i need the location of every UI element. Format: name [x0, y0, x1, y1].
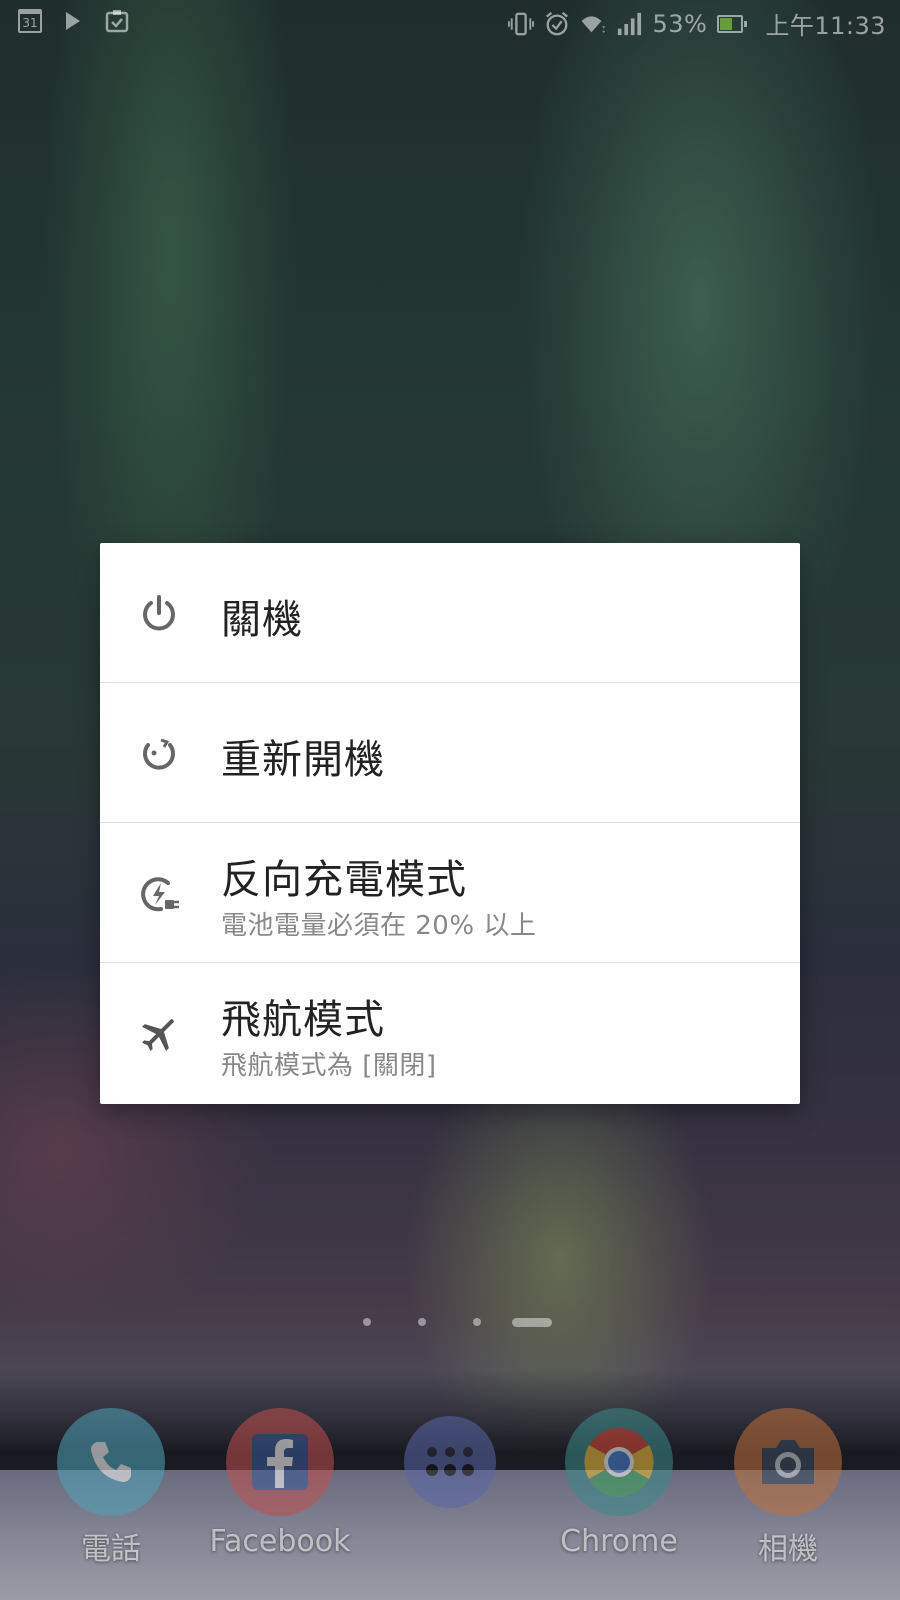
clipboard-icon	[104, 8, 130, 34]
phone-app[interactable]: 電話	[36, 1408, 186, 1568]
phone-icon	[57, 1408, 165, 1516]
battery-percent: 53%	[652, 9, 708, 38]
chrome-app-label: Chrome	[560, 1524, 678, 1559]
airplane-mode-subtitle: 飛航模式為 [關閉]	[221, 1051, 437, 1081]
power-icon	[143, 595, 175, 631]
status-bar: 31 53% 上午11:33	[0, 0, 900, 44]
page-indicator	[360, 1315, 560, 1327]
airplane-icon	[142, 1019, 174, 1051]
chrome-icon	[565, 1408, 673, 1516]
app-drawer-icon	[404, 1416, 496, 1508]
clock: 上午11:33	[765, 12, 886, 40]
vibrate-icon	[508, 11, 535, 37]
reverse-charge-icon	[141, 877, 179, 912]
app-drawer-button[interactable]	[375, 1408, 525, 1516]
camera-app[interactable]: 相機	[713, 1408, 863, 1568]
facebook-app-label: Facebook	[209, 1524, 351, 1559]
airplane-mode-label: 飛航模式	[221, 997, 385, 1043]
dock: 電話 Facebook Chrome 相機	[0, 1408, 900, 1598]
restart-icon	[143, 738, 175, 770]
reverse-charge-subtitle: 電池電量必須在 20% 以上	[221, 911, 537, 941]
airplane-mode-option[interactable]: 飛航模式 飛航模式為 [關閉]	[100, 963, 800, 1104]
facebook-app[interactable]: Facebook	[205, 1408, 355, 1559]
phone-app-label: 電話	[81, 1532, 141, 1567]
wifi-icon	[580, 11, 606, 37]
camera-app-label: 相機	[758, 1532, 818, 1567]
restart-label: 重新開機	[221, 737, 385, 783]
signal-icon	[616, 11, 642, 37]
camera-icon	[734, 1408, 842, 1516]
reverse-charge-option[interactable]: 反向充電模式 電池電量必須在 20% 以上	[100, 823, 800, 963]
battery-charging-icon	[717, 14, 748, 33]
alarm-icon	[544, 11, 570, 37]
page-dot[interactable]	[363, 1318, 371, 1326]
reverse-charge-label: 反向充電模式	[221, 857, 467, 903]
page-dot[interactable]	[418, 1318, 426, 1326]
power-off-label: 關機	[221, 597, 303, 643]
power-off-option[interactable]: 關機	[100, 543, 800, 683]
restart-option[interactable]: 重新開機	[100, 683, 800, 823]
facebook-icon	[226, 1408, 334, 1516]
page-dot[interactable]	[473, 1318, 481, 1326]
calendar-icon: 31	[18, 9, 42, 33]
power-menu-dialog: 關機 重新開機 反向充電模式 電池電量必須在 20% 以上 飛航模式 飛航模式為…	[100, 543, 800, 1104]
page-dot-current[interactable]	[512, 1318, 552, 1327]
play-store-icon	[60, 8, 86, 34]
chrome-app[interactable]: Chrome	[544, 1408, 694, 1559]
